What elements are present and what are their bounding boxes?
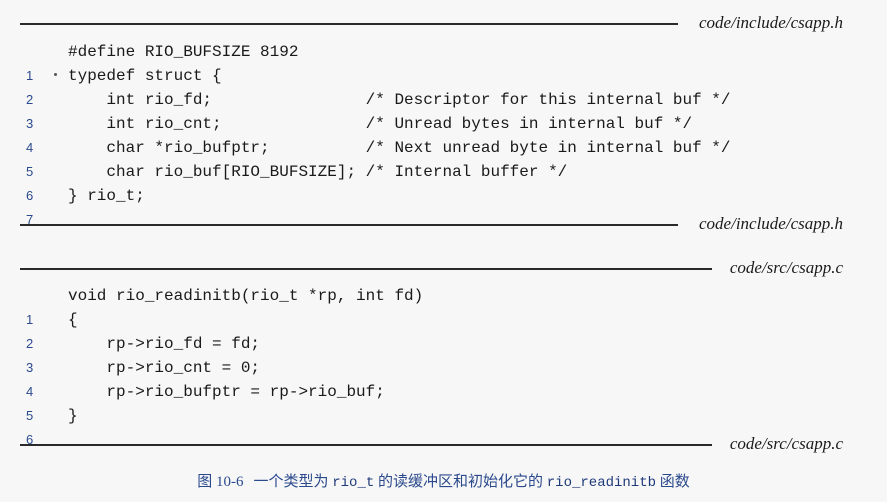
code-text: {: [68, 311, 78, 329]
source-rule-line-top: [20, 268, 712, 270]
code-line: 1 void rio_readinitb(rio_t *rp, int fd): [0, 284, 887, 327]
code-line: 3 int rio_fd; /* Descriptor for this int…: [0, 88, 887, 131]
code-text: rp->rio_fd = fd;: [68, 335, 261, 353]
code-line: 2 {: [0, 308, 887, 351]
code-text: rp->rio_cnt = 0;: [68, 359, 261, 377]
code-line: 6 }: [0, 404, 887, 447]
caption-function-name: rio_readinitb: [546, 475, 656, 491]
header-file-label-top: code/include/csapp.h: [699, 13, 843, 32]
code-text: rp->rio_bufptr = rp->rio_buf;: [68, 383, 385, 401]
margin-dot: [54, 73, 57, 76]
source-file-label-top: code/src/csapp.c: [729, 258, 843, 277]
code-line: 5 char *rio_bufptr; /* Next unread byte …: [0, 136, 887, 179]
code-line: 5 rp->rio_bufptr = rp->rio_buf;: [0, 380, 887, 423]
code-line: 4 rp->rio_cnt = 0;: [0, 356, 887, 399]
code-text: typedef struct {: [68, 67, 222, 85]
header-rule-line-bottom: [20, 224, 678, 226]
source-file-rule-bottom: code/src/csapp.c: [20, 432, 843, 456]
code-line: 4 int rio_cnt; /* Unread bytes in intern…: [0, 112, 887, 155]
code-line: 3 rp->rio_fd = fd;: [0, 332, 887, 375]
figure-number: 图 10-6: [197, 474, 244, 490]
header-file-rule-top: code/include/csapp.h: [20, 11, 843, 35]
code-text: char rio_buf[RIO_BUFSIZE]; /* Internal b…: [68, 163, 568, 181]
source-file-rule-top: code/src/csapp.c: [20, 256, 843, 280]
header-file-label-bottom: code/include/csapp.h: [699, 214, 843, 233]
caption-text-middle: 的读缓冲区和初始化它的: [374, 474, 547, 490]
code-text: } rio_t;: [68, 187, 145, 205]
code-line: 2 typedef struct {: [0, 64, 887, 107]
code-line: 1 #define RIO_BUFSIZE 8192: [0, 40, 887, 83]
code-text: int rio_cnt; /* Unread bytes in internal…: [68, 115, 693, 133]
header-file-rule-bottom: code/include/csapp.h: [20, 212, 843, 236]
code-text: void rio_readinitb(rio_t *rp, int fd): [68, 287, 424, 305]
source-file-label-bottom: code/src/csapp.c: [729, 434, 843, 453]
code-line: 6 char rio_buf[RIO_BUFSIZE]; /* Internal…: [0, 160, 887, 203]
code-text: int rio_fd; /* Descriptor for this inter…: [68, 91, 731, 109]
header-rule-line-top: [20, 23, 678, 25]
code-text: char *rio_bufptr; /* Next unread byte in…: [68, 139, 731, 157]
code-line: 7 } rio_t;: [0, 184, 887, 227]
code-text: }: [68, 407, 78, 425]
source-rule-line-bottom: [20, 444, 712, 446]
caption-text-before: 一个类型为: [253, 474, 333, 490]
caption-type-name: rio_t: [332, 475, 375, 491]
code-text: #define RIO_BUFSIZE 8192: [68, 43, 299, 61]
figure-caption: 图 10-6 一个类型为 rio_t 的读缓冲区和初始化它的 rio_readin…: [0, 470, 887, 495]
caption-text-after: 函数: [656, 474, 690, 490]
